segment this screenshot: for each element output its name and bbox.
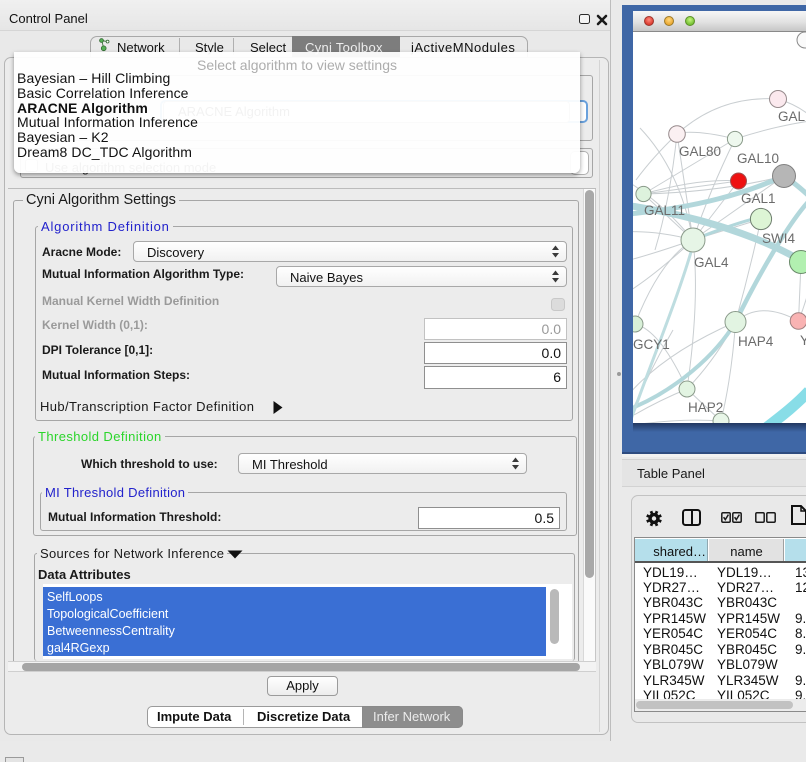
svg-text:GAL11: GAL11 xyxy=(644,203,685,218)
svg-text:Y: Y xyxy=(800,333,806,348)
svg-text:GCY1: GCY1 xyxy=(633,337,670,352)
svg-text:HAP4: HAP4 xyxy=(738,334,774,349)
svg-text:SWI4: SWI4 xyxy=(762,231,795,246)
svg-text:GAL10: GAL10 xyxy=(737,151,779,166)
svg-text:GAL4: GAL4 xyxy=(694,255,729,270)
svg-text:GAL1: GAL1 xyxy=(741,191,776,206)
svg-text:GAL80: GAL80 xyxy=(679,144,721,159)
svg-text:HAP2: HAP2 xyxy=(688,400,723,415)
svg-text:GAL: GAL xyxy=(778,109,806,124)
